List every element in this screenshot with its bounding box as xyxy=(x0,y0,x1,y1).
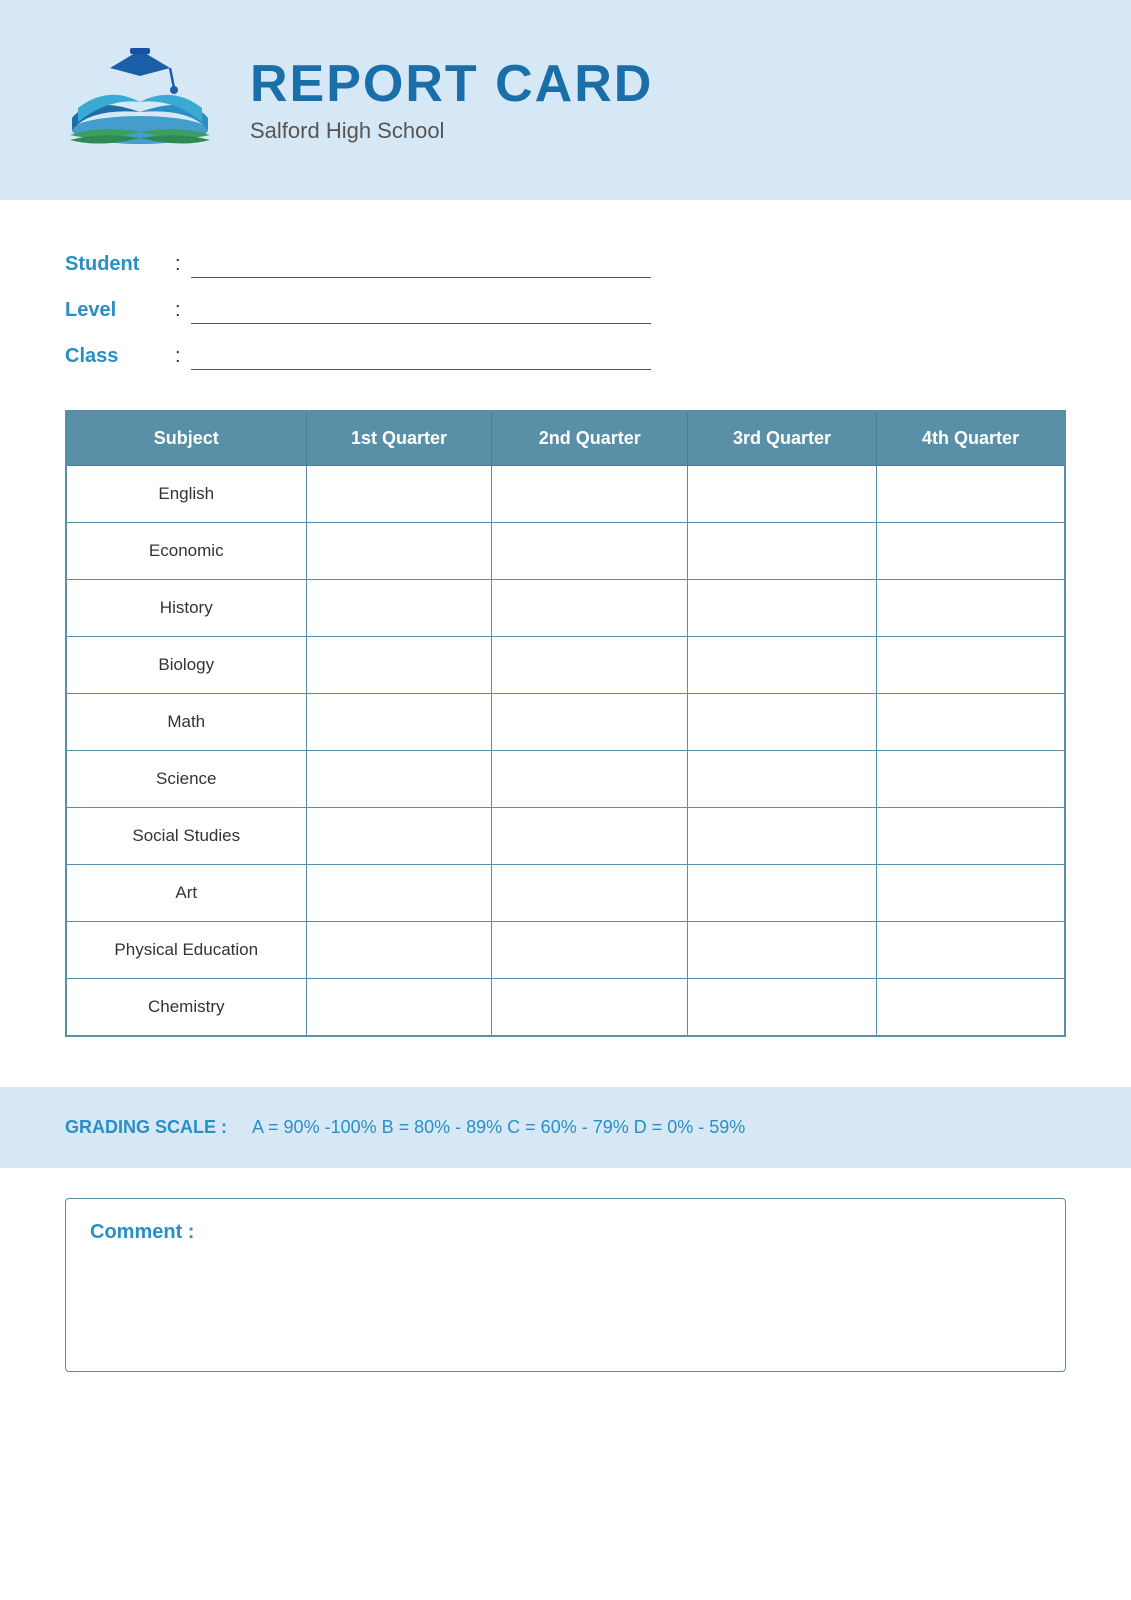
class-colon: : xyxy=(175,345,181,368)
cell-q1[interactable] xyxy=(306,523,492,580)
grading-scale-label: GRADING SCALE : A = 90% -100% B = 80% - … xyxy=(65,1117,745,1137)
col-q3: 3rd Quarter xyxy=(687,411,876,466)
student-row: Student : xyxy=(65,250,1066,278)
student-info: Student : Level : Class : xyxy=(65,250,1066,370)
cell-subject: Physical Education xyxy=(66,922,306,979)
cell-q4[interactable] xyxy=(877,694,1065,751)
level-colon: : xyxy=(175,299,181,322)
cell-q4[interactable] xyxy=(877,979,1065,1037)
level-input[interactable] xyxy=(191,296,651,324)
class-label: Class xyxy=(65,345,175,368)
comment-box: Comment : xyxy=(65,1198,1066,1372)
level-row: Level : xyxy=(65,296,1066,324)
header: REPORT CARD Salford High School xyxy=(0,0,1131,200)
cell-q1[interactable] xyxy=(306,637,492,694)
student-input[interactable] xyxy=(191,250,651,278)
cell-q3[interactable] xyxy=(687,751,876,808)
cell-q4[interactable] xyxy=(877,580,1065,637)
cell-q3[interactable] xyxy=(687,694,876,751)
cell-subject: Math xyxy=(66,694,306,751)
cell-q3[interactable] xyxy=(687,808,876,865)
cell-q1[interactable] xyxy=(306,808,492,865)
cell-q3[interactable] xyxy=(687,865,876,922)
logo-icon xyxy=(60,40,220,160)
cell-q3[interactable] xyxy=(687,580,876,637)
table-row: Math xyxy=(66,694,1065,751)
cell-q2[interactable] xyxy=(492,694,687,751)
table-row: Physical Education xyxy=(66,922,1065,979)
cell-q1[interactable] xyxy=(306,865,492,922)
cell-q4[interactable] xyxy=(877,637,1065,694)
page-title: REPORT CARD xyxy=(250,56,653,113)
comment-textarea[interactable] xyxy=(90,1254,1041,1344)
cell-q3[interactable] xyxy=(687,922,876,979)
cell-subject: Biology xyxy=(66,637,306,694)
cell-q2[interactable] xyxy=(492,637,687,694)
col-subject: Subject xyxy=(66,411,306,466)
cell-subject: Economic xyxy=(66,523,306,580)
grades-table: Subject 1st Quarter 2nd Quarter 3rd Quar… xyxy=(65,410,1066,1037)
col-q1: 1st Quarter xyxy=(306,411,492,466)
cell-q1[interactable] xyxy=(306,979,492,1037)
table-row: English xyxy=(66,466,1065,523)
cell-subject: Chemistry xyxy=(66,979,306,1037)
comment-label: Comment : xyxy=(90,1221,1041,1244)
cell-q4[interactable] xyxy=(877,523,1065,580)
table-row: Chemistry xyxy=(66,979,1065,1037)
grading-section: GRADING SCALE : A = 90% -100% B = 80% - … xyxy=(0,1087,1131,1168)
student-colon: : xyxy=(175,253,181,276)
cell-q4[interactable] xyxy=(877,922,1065,979)
table-row: Art xyxy=(66,865,1065,922)
cell-q4[interactable] xyxy=(877,865,1065,922)
col-q2: 2nd Quarter xyxy=(492,411,687,466)
header-text: REPORT CARD Salford High School xyxy=(250,56,653,143)
cell-q1[interactable] xyxy=(306,922,492,979)
cell-q1[interactable] xyxy=(306,694,492,751)
cell-q3[interactable] xyxy=(687,523,876,580)
cell-q4[interactable] xyxy=(877,751,1065,808)
cell-q1[interactable] xyxy=(306,751,492,808)
cell-q4[interactable] xyxy=(877,466,1065,523)
cell-q2[interactable] xyxy=(492,922,687,979)
logo xyxy=(60,40,220,160)
cell-q1[interactable] xyxy=(306,580,492,637)
student-label: Student xyxy=(65,253,175,276)
cell-q3[interactable] xyxy=(687,637,876,694)
cell-q3[interactable] xyxy=(687,466,876,523)
level-label: Level xyxy=(65,299,175,322)
table-row: Economic xyxy=(66,523,1065,580)
cell-q4[interactable] xyxy=(877,808,1065,865)
class-row: Class : xyxy=(65,342,1066,370)
cell-q3[interactable] xyxy=(687,979,876,1037)
cell-subject: Science xyxy=(66,751,306,808)
cell-subject: Art xyxy=(66,865,306,922)
cell-q2[interactable] xyxy=(492,466,687,523)
cell-subject: English xyxy=(66,466,306,523)
grading-scale-values: A = 90% -100% B = 80% - 89% C = 60% - 79… xyxy=(252,1117,745,1137)
class-input[interactable] xyxy=(191,342,651,370)
cell-q1[interactable] xyxy=(306,466,492,523)
cell-q2[interactable] xyxy=(492,808,687,865)
cell-q2[interactable] xyxy=(492,751,687,808)
cell-q2[interactable] xyxy=(492,979,687,1037)
table-row: Social Studies xyxy=(66,808,1065,865)
cell-q2[interactable] xyxy=(492,865,687,922)
table-header-row: Subject 1st Quarter 2nd Quarter 3rd Quar… xyxy=(66,411,1065,466)
school-name: Salford High School xyxy=(250,118,653,144)
grading-label: GRADING SCALE : xyxy=(65,1117,227,1137)
table-row: Biology xyxy=(66,637,1065,694)
cell-q2[interactable] xyxy=(492,580,687,637)
cell-subject: History xyxy=(66,580,306,637)
comment-section: Comment : xyxy=(0,1168,1131,1432)
table-row: History xyxy=(66,580,1065,637)
table-row: Science xyxy=(66,751,1065,808)
cell-q2[interactable] xyxy=(492,523,687,580)
col-q4: 4th Quarter xyxy=(877,411,1065,466)
cell-subject: Social Studies xyxy=(66,808,306,865)
main-content: Student : Level : Class : Subject 1st Qu… xyxy=(0,200,1131,1087)
